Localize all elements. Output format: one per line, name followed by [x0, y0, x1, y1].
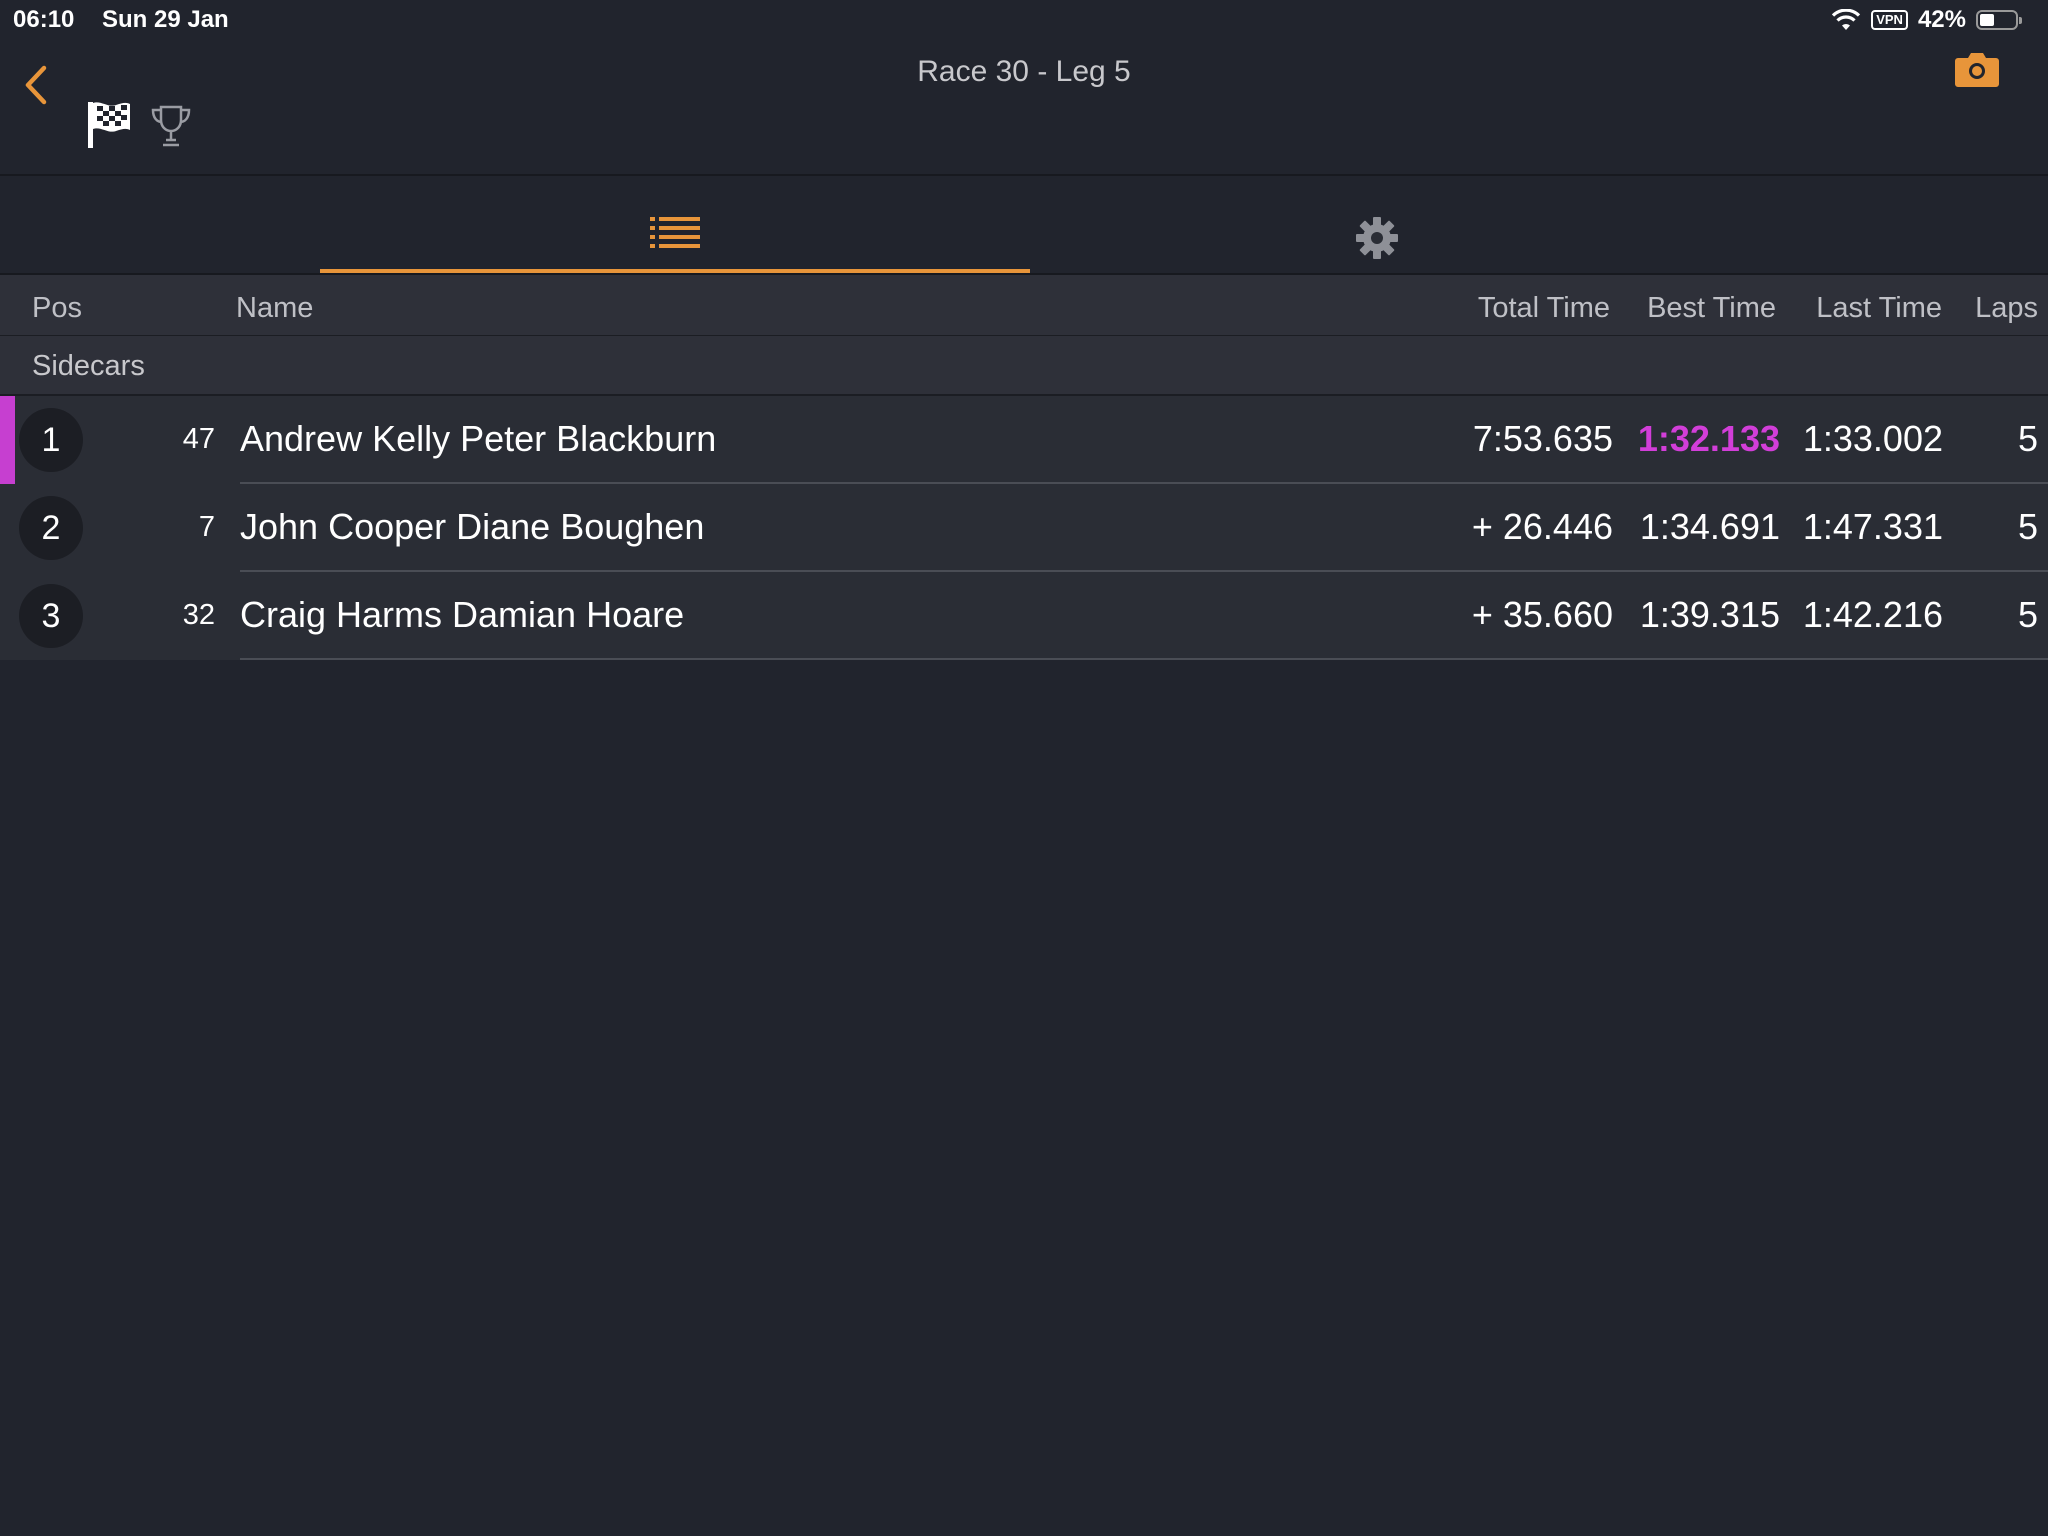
rider-names: Andrew Kelly Peter Blackburn: [240, 418, 717, 459]
last-time: 1:47.331: [1802, 506, 1943, 547]
position-badge: 1: [19, 408, 83, 472]
race-number: 7: [198, 511, 215, 543]
header-total-time[interactable]: Total Time: [1478, 292, 1610, 325]
last-time: 1:42.216: [1802, 594, 1943, 635]
race-number: 32: [182, 599, 215, 631]
total-time: + 35.660: [1471, 594, 1613, 635]
camera-icon[interactable]: [1954, 50, 2000, 88]
rider-names: Craig Harms Damian Hoare: [240, 594, 685, 635]
active-tab-indicator: [320, 269, 1030, 273]
table-header: Pos Name Total Time Best Time Last Time …: [0, 275, 2048, 336]
total-time: + 26.446: [1471, 506, 1613, 547]
best-time: 1:32.133: [1637, 418, 1780, 459]
gear-icon: [1356, 217, 1398, 259]
vpn-badge: VPN: [1871, 10, 1908, 30]
status-time: 06:10: [13, 6, 75, 33]
checkered-flag-icon[interactable]: [86, 100, 132, 150]
fastest-lap-marker: [0, 396, 15, 484]
status-right: VPN 42%: [1831, 6, 2022, 34]
total-time: 7:53.635: [1472, 418, 1613, 459]
best-time: 1:34.691: [1639, 506, 1780, 547]
race-number: 47: [182, 423, 215, 455]
header-best-time[interactable]: Best Time: [1647, 292, 1776, 325]
battery-fill: [1980, 14, 1994, 26]
tab-settings[interactable]: [1030, 176, 1724, 273]
tab-bar: [0, 176, 2048, 275]
header-last-time[interactable]: Last Time: [1816, 292, 1942, 325]
header-name[interactable]: Name: [236, 292, 313, 325]
nav-bar: Race 30 - Leg 5: [0, 40, 2048, 176]
row-divider: [240, 658, 2048, 660]
header-laps[interactable]: Laps: [1975, 292, 2038, 325]
best-time: 1:39.315: [1639, 594, 1780, 635]
tab-results-list[interactable]: [320, 176, 1030, 273]
last-time: 1:33.002: [1802, 418, 1943, 459]
laps: 5: [2017, 594, 2038, 635]
table-row[interactable]: 1 47 Andrew Kelly Peter Blackburn 7:53.6…: [0, 396, 2048, 484]
status-bar: 06:10 Sun 29 Jan VPN 42%: [0, 0, 2048, 40]
rider-names: John Cooper Diane Boughen: [240, 506, 705, 547]
position-badge: 3: [19, 584, 83, 648]
table-row[interactable]: 2 7 John Cooper Diane Boughen + 26.446 1…: [0, 484, 2048, 572]
wifi-icon: [1832, 9, 1861, 30]
status-date: Sun 29 Jan: [102, 6, 229, 33]
table-row[interactable]: 3 32 Craig Harms Damian Hoare + 35.660 1…: [0, 572, 2048, 660]
trophy-icon[interactable]: [150, 104, 192, 148]
battery-icon: [1976, 10, 2022, 30]
class-group-header: Sidecars: [0, 336, 2048, 396]
laps: 5: [2017, 506, 2038, 547]
list-icon: [650, 217, 700, 248]
class-group-label: Sidecars: [32, 350, 145, 382]
laps: 5: [2017, 418, 2038, 459]
position-badge: 2: [19, 496, 83, 560]
header-pos[interactable]: Pos: [32, 292, 82, 325]
page-title: Race 30 - Leg 5: [917, 55, 1131, 88]
battery-percent: 42%: [1917, 6, 1966, 33]
